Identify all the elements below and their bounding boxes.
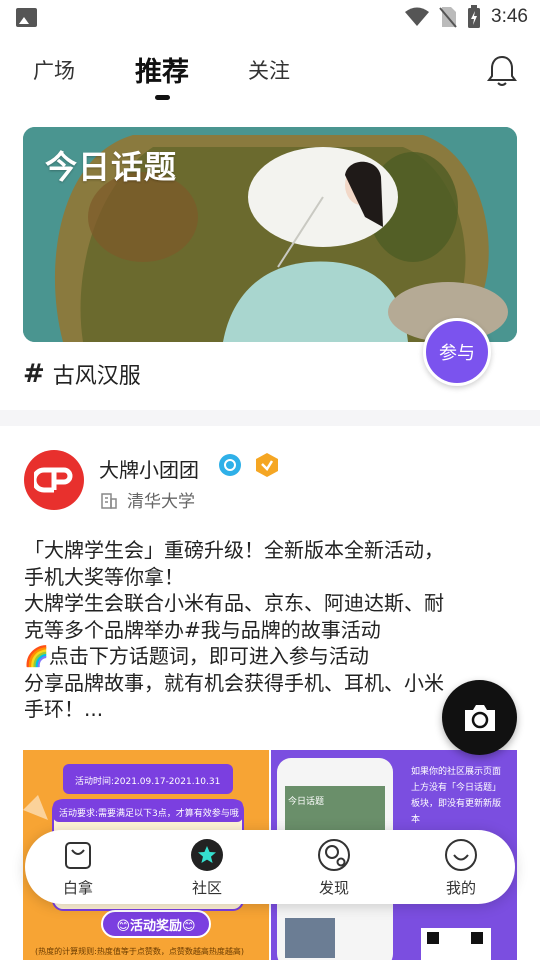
tab-guangchang[interactable]: 广场 bbox=[33, 55, 75, 85]
post-line: 克等多个品牌举办#我与品牌的故事活动 bbox=[24, 617, 381, 642]
bell-icon[interactable] bbox=[486, 54, 518, 88]
battery-charging-icon bbox=[468, 5, 481, 28]
image-right-line: 如果你的社区展示页面 bbox=[411, 767, 502, 777]
image-right-screen-title: 今日话题 bbox=[288, 797, 325, 807]
nav-label: 我的 bbox=[445, 879, 476, 897]
school-name: 清华大学 bbox=[127, 492, 195, 512]
post-text[interactable]: 「大牌学生会」重磅升级！全新版本全新活动， 手机大奖等你拿！ 大牌学生会联合小米… bbox=[24, 537, 520, 723]
nav-item-mine[interactable]: 我的 bbox=[421, 838, 501, 898]
banner-title: 今日话题 bbox=[45, 149, 178, 185]
gender-badge-icon bbox=[219, 454, 241, 476]
topic-tag[interactable]: # 古风汉服 bbox=[23, 358, 141, 390]
bag-icon bbox=[65, 842, 91, 869]
section-divider bbox=[0, 410, 540, 426]
top-tabs: 广场 推荐 关注 bbox=[0, 50, 540, 110]
image-right-line: 上方没有「今日话题」 bbox=[411, 783, 502, 793]
discover-icon bbox=[318, 839, 350, 871]
star-icon bbox=[191, 839, 223, 871]
tab-tuijian[interactable]: 推荐 bbox=[135, 50, 189, 89]
post-line: 「大牌学生会」重磅升级！全新版本全新活动， bbox=[24, 538, 444, 562]
status-bar: 3:46 bbox=[0, 0, 540, 36]
post-line: 手机大奖等你拿！ bbox=[24, 564, 184, 589]
topic-label: 古风汉服 bbox=[52, 364, 141, 389]
nav-label: 社区 bbox=[191, 879, 222, 897]
tab-guanzhu[interactable]: 关注 bbox=[248, 55, 290, 85]
active-tab-indicator bbox=[155, 95, 170, 100]
nav-label: 发现 bbox=[318, 879, 349, 897]
post-line: 大牌学生会联合小米有品、京东、阿迪达斯、耐 bbox=[24, 591, 444, 615]
no-sim-icon bbox=[439, 7, 457, 28]
nav-item-bainai[interactable]: 白拿 bbox=[38, 838, 118, 898]
author-name[interactable]: 大牌小团团 bbox=[99, 454, 199, 483]
nav-item-community[interactable]: 社区 bbox=[167, 838, 247, 898]
level-badge-icon bbox=[256, 453, 278, 477]
nav-item-discover[interactable]: 发现 bbox=[294, 838, 374, 898]
image-left-reward: 😊活动奖励😊 bbox=[101, 910, 211, 938]
camera-icon bbox=[464, 704, 495, 731]
image-right-line: 板块，即没有更新新版 bbox=[411, 799, 502, 809]
bottom-nav: 白拿 社区 发现 我的 bbox=[25, 830, 515, 904]
camera-button[interactable] bbox=[442, 680, 517, 755]
topic-banner[interactable]: 今日话题 bbox=[23, 127, 517, 342]
school-info: 清华大学 bbox=[100, 487, 195, 512]
brand-logo-icon bbox=[34, 467, 73, 493]
image-left-footnote: (热度的计算规则:热度值等于点赞数，点赞数越高热度越高) bbox=[35, 947, 244, 956]
hashtag-icon: # bbox=[23, 359, 45, 389]
post-line: 分享品牌故事，就有机会获得手机、耳机、小米 bbox=[24, 670, 444, 695]
nav-label: 白拿 bbox=[62, 879, 93, 897]
image-left-requirement: 活动要求:需要满足以下3点，才算有效参与哦 bbox=[59, 809, 239, 819]
post-line: 🌈点击下方话题词，即可进入参与活动 bbox=[24, 644, 369, 668]
wifi-icon bbox=[405, 7, 430, 26]
gallery-notification-icon bbox=[16, 8, 37, 27]
join-button[interactable]: 参与 bbox=[423, 318, 491, 386]
status-time: 3:46 bbox=[491, 6, 528, 27]
building-icon bbox=[101, 492, 117, 509]
smile-icon bbox=[445, 839, 477, 871]
image-right-line: 本 bbox=[411, 815, 421, 825]
image-left-time: 活动时间:2021.09.17-2021.10.31 bbox=[75, 777, 221, 787]
author-avatar[interactable] bbox=[24, 450, 84, 510]
